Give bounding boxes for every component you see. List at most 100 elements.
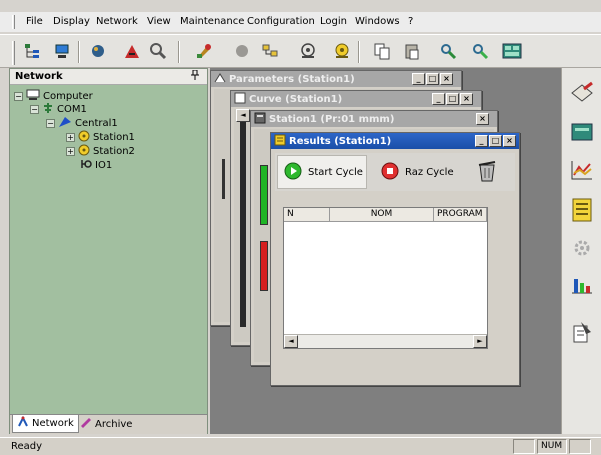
minimize-button[interactable]: _	[475, 135, 488, 147]
pan-icon[interactable]	[436, 39, 460, 63]
pan-green-icon[interactable]	[468, 39, 492, 63]
maximize-button[interactable]: □	[446, 93, 459, 105]
tab-network[interactable]: Network	[12, 415, 79, 433]
minimize-button[interactable]: _	[432, 93, 445, 105]
results-window-icon	[274, 134, 286, 149]
window-buttons: ×	[476, 113, 489, 125]
red-gauge	[260, 241, 268, 291]
minimize-button[interactable]: _	[412, 73, 425, 85]
menu-help[interactable]: ?	[408, 16, 413, 27]
window-buttons: _ □ ×	[432, 93, 473, 105]
window-buttons: _ □ ×	[475, 135, 516, 147]
menu-windows[interactable]: Windows	[355, 16, 400, 27]
trash-button[interactable]	[471, 155, 511, 189]
settings-icon[interactable]	[568, 234, 596, 262]
toolbar-separator	[178, 41, 180, 63]
collapse-icon[interactable]: −	[46, 119, 55, 128]
station-node-icon	[78, 144, 90, 159]
scroll-left-arrow[interactable]: ◄	[284, 335, 298, 348]
search-icon[interactable]	[146, 39, 170, 63]
green-gauge	[260, 165, 268, 225]
copy-icon[interactable]	[370, 39, 394, 63]
close-button[interactable]: ×	[460, 93, 473, 105]
tree-item-label: Station1	[93, 132, 135, 143]
chart-icon[interactable]	[568, 156, 596, 184]
column-header-nom[interactable]: NOM	[330, 208, 434, 222]
results-window[interactable]: Results (Station1) _ □ × Start Cycle Raz…	[270, 132, 520, 386]
archive-tab-icon	[80, 417, 92, 432]
results-table[interactable]: N NOM PROGRAM ◄ ►	[283, 207, 488, 349]
start-cycle-button[interactable]: Start Cycle	[277, 155, 367, 189]
horizontal-scrollbar[interactable]: ◄ ►	[284, 334, 487, 348]
column-header-n[interactable]: N	[284, 208, 330, 222]
expand-icon[interactable]: +	[66, 133, 75, 142]
menu-maintenance[interactable]: Maintenance	[180, 16, 244, 27]
collapse-icon[interactable]: −	[14, 92, 23, 101]
com-port-icon	[42, 102, 54, 117]
tab-label: Network	[32, 418, 74, 429]
yellow-target-icon[interactable]	[330, 39, 354, 63]
graph-icon[interactable]	[120, 39, 144, 63]
start-cycle-label: Start Cycle	[308, 166, 363, 178]
num-lock-indicator: NUM	[537, 439, 567, 454]
expand-icon[interactable]: +	[66, 147, 75, 156]
menu-file[interactable]: File	[26, 16, 43, 27]
menu-display[interactable]: Display	[53, 16, 90, 27]
status-text: Ready	[11, 441, 43, 452]
right-toolbar	[561, 68, 601, 434]
tree-item-com1[interactable]: − COM1	[30, 103, 87, 116]
list-icon[interactable]	[568, 196, 596, 224]
maximize-button[interactable]: □	[426, 73, 439, 85]
station-titlebar[interactable]: Station1 (Pr:01 mmm)	[251, 111, 497, 127]
station-icon[interactable]	[50, 39, 74, 63]
toolbar-grip	[12, 41, 15, 65]
maximize-button[interactable]: □	[489, 135, 502, 147]
tree-item-station1[interactable]: + Station1	[66, 130, 135, 144]
pin-icon[interactable]	[191, 69, 199, 83]
network-tab-icon	[17, 415, 29, 431]
close-button[interactable]: ×	[503, 135, 516, 147]
tree-item-station2[interactable]: + Station2	[66, 144, 135, 159]
window-title: Curve (Station1)	[249, 93, 343, 105]
tree-item-label: Central1	[75, 118, 118, 129]
curve-window-icon	[234, 92, 246, 107]
users-icon[interactable]	[258, 39, 282, 63]
close-button[interactable]: ×	[440, 73, 453, 85]
io-icon	[80, 158, 92, 173]
tree-item-central1[interactable]: − Central1	[46, 117, 118, 130]
panel-icon[interactable]	[500, 39, 524, 63]
network-tree-icon[interactable]	[20, 39, 44, 63]
raz-cycle-button[interactable]: Raz Cycle	[375, 155, 465, 189]
tab-archive[interactable]: Archive	[76, 415, 136, 433]
stop-icon	[381, 162, 399, 183]
scroll-right-arrow[interactable]: ►	[473, 335, 487, 348]
menu-configuration[interactable]: Configuration	[247, 16, 315, 27]
tool-icon[interactable]	[192, 39, 216, 63]
close-button[interactable]: ×	[476, 113, 489, 125]
tree-item-io1[interactable]: IO1	[80, 159, 112, 172]
mascot-icon[interactable]	[86, 39, 110, 63]
panel-tab-strip: Network Archive	[10, 414, 207, 434]
edit-icon[interactable]	[568, 78, 596, 106]
column-header-program[interactable]: PROGRAM	[434, 208, 487, 222]
computer-icon	[26, 89, 40, 104]
curve-axis	[240, 119, 246, 327]
panel-title: Network	[15, 71, 63, 82]
main-toolbar	[0, 34, 601, 68]
menu-view[interactable]: View	[147, 16, 171, 27]
tree-item-label: COM1	[57, 104, 87, 115]
scroll-left-arrow[interactable]: ◄	[236, 109, 250, 122]
menu-network[interactable]: Network	[96, 16, 138, 27]
tab-label: Archive	[95, 418, 133, 430]
toolbar-separator	[78, 41, 80, 63]
paste-icon[interactable]	[400, 39, 424, 63]
display-icon[interactable]	[568, 118, 596, 146]
circle-icon[interactable]	[230, 39, 254, 63]
statistics-icon[interactable]	[568, 270, 596, 298]
report-icon[interactable]	[568, 318, 596, 346]
menu-login[interactable]: Login	[320, 16, 347, 27]
target-icon[interactable]	[296, 39, 320, 63]
collapse-icon[interactable]: −	[30, 105, 39, 114]
status-bar: Ready NUM	[0, 437, 601, 455]
toolbar-separator	[358, 41, 360, 63]
